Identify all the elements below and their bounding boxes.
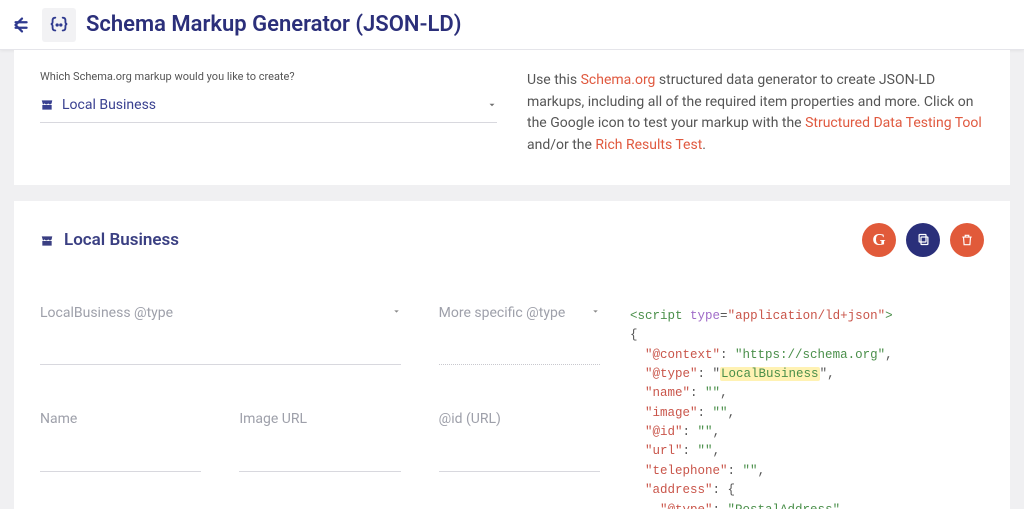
id-url-input[interactable]: @id (URL) [439,411,600,471]
form-grid: LocalBusiness @type More specific @type … [40,305,600,509]
rich-results-link[interactable]: Rich Results Test [595,137,702,153]
google-test-button[interactable]: G [862,223,896,257]
intro-panel: Which Schema.org markup would you like t… [14,50,1010,185]
section-title: Local Business [64,230,179,250]
form-panel: Local Business G LocalBusiness @type Mor… [14,201,1010,509]
code-preview: <script type="application/ld+json"> { "@… [630,305,984,509]
type-select[interactable]: LocalBusiness @type [40,305,401,365]
page-title: Schema Markup Generator (JSON-LD) [86,12,461,37]
braces-icon [48,14,70,36]
delete-button[interactable] [950,223,984,257]
section-title-row: Local Business [40,230,179,250]
copy-icon [916,232,931,247]
schema-type-value: Local Business [62,97,156,113]
sdtt-link[interactable]: Structured Data Testing Tool [805,115,982,131]
arrow-left-icon [11,14,33,36]
schema-type-select[interactable]: Local Business [40,89,497,123]
schema-org-link[interactable]: Schema.org [581,72,656,88]
chevron-down-icon [487,95,497,114]
image-url-input[interactable]: Image URL [239,411,400,471]
specific-type-select[interactable]: More specific @type [439,305,600,365]
copy-button[interactable] [906,223,940,257]
storefront-icon [40,233,54,247]
name-input[interactable]: Name [40,411,201,471]
chevron-down-icon [392,307,401,319]
selector-label: Which Schema.org markup would you like t… [40,70,497,83]
back-button[interactable] [8,11,36,39]
chevron-down-icon [591,307,600,319]
trash-icon [960,233,974,247]
top-bar: Schema Markup Generator (JSON-LD) [0,0,1024,50]
brand-icon [42,8,76,42]
intro-text: Use this Schema.org structured data gene… [527,70,984,157]
storefront-icon [40,98,54,112]
